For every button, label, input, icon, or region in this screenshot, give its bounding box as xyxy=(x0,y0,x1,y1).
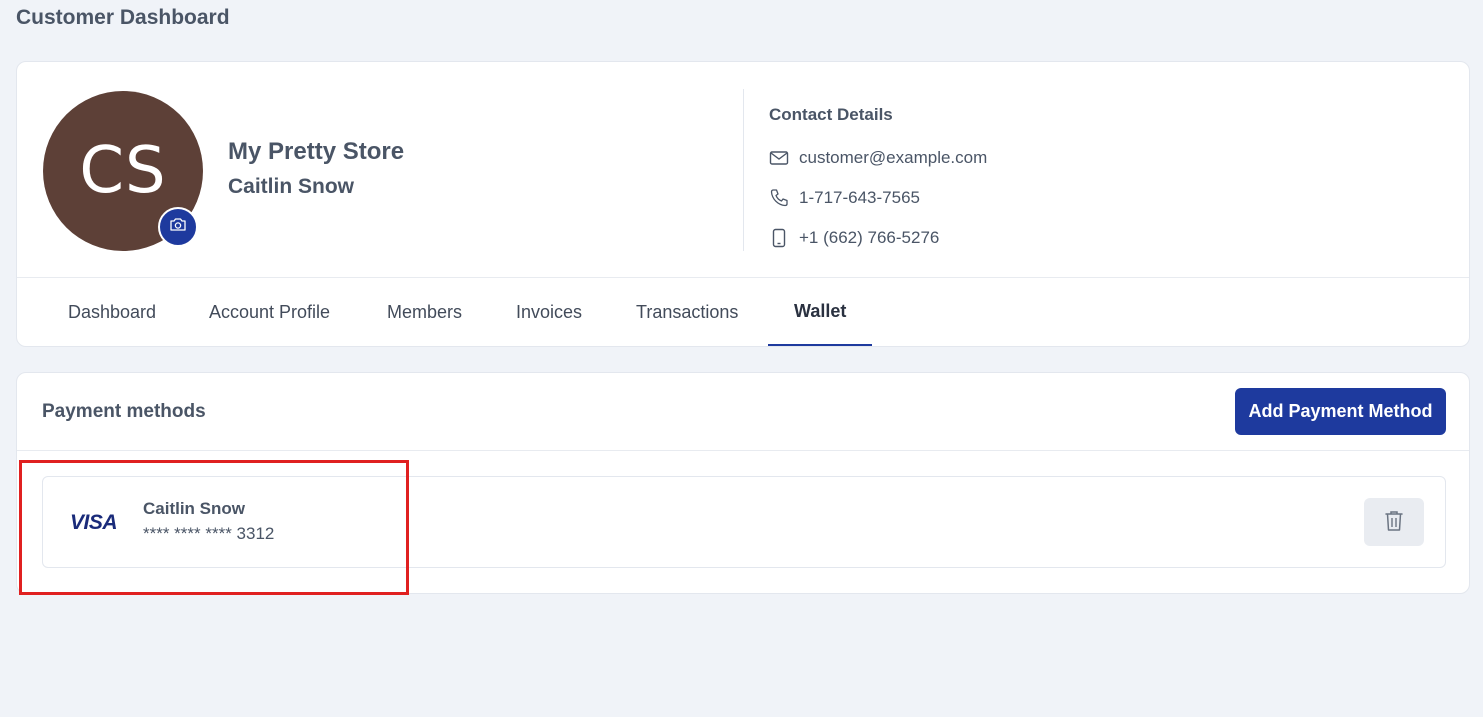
payment-methods-card: Payment methods Add Payment Method VISA … xyxy=(16,372,1470,594)
delete-payment-method-button[interactable] xyxy=(1364,498,1424,546)
card-holder-name: Caitlin Snow xyxy=(143,499,245,518)
contact-details-title: Contact Details xyxy=(769,105,893,124)
store-name: My Pretty Store xyxy=(228,138,405,165)
trash-icon xyxy=(1384,509,1404,536)
divider xyxy=(743,89,744,251)
payment-method-item: VISA Caitlin Snow **** **** **** 3312 xyxy=(42,476,1446,568)
tab-wallet[interactable]: Wallet xyxy=(768,278,873,346)
profile-card: CS My Pretty Store Caitlin Snow Contact … xyxy=(16,61,1470,347)
mail-icon xyxy=(769,148,789,168)
phone-icon xyxy=(769,188,789,208)
tab-account-profile[interactable]: Account Profile xyxy=(183,278,356,346)
tab-members[interactable]: Members xyxy=(361,278,488,346)
mobile-text: +1 (662) 766-5276 xyxy=(799,228,940,247)
tab-transactions[interactable]: Transactions xyxy=(610,278,764,346)
tab-bar: Dashboard Account Profile Members Invoic… xyxy=(17,278,1469,348)
mobile-icon xyxy=(769,228,789,248)
email-text: customer@example.com xyxy=(799,148,988,167)
payment-methods-title: Payment methods xyxy=(42,401,206,422)
contact-mobile: +1 (662) 766-5276 xyxy=(769,228,939,248)
contact-email: customer@example.com xyxy=(769,148,987,168)
tab-dashboard[interactable]: Dashboard xyxy=(42,278,182,346)
add-payment-method-button[interactable]: Add Payment Method xyxy=(1235,388,1446,435)
camera-icon xyxy=(169,217,187,238)
visa-logo: VISA xyxy=(70,511,118,534)
contact-phone: 1-717-643-7565 xyxy=(769,188,920,208)
customer-name: Caitlin Snow xyxy=(228,175,354,198)
change-avatar-button[interactable] xyxy=(158,207,198,247)
phone-text: 1-717-643-7565 xyxy=(799,188,920,207)
tab-invoices[interactable]: Invoices xyxy=(490,278,608,346)
page-title: Customer Dashboard xyxy=(16,6,230,29)
divider xyxy=(17,450,1469,451)
avatar-initials: CS xyxy=(79,134,167,208)
card-number: **** **** **** 3312 xyxy=(143,524,275,543)
